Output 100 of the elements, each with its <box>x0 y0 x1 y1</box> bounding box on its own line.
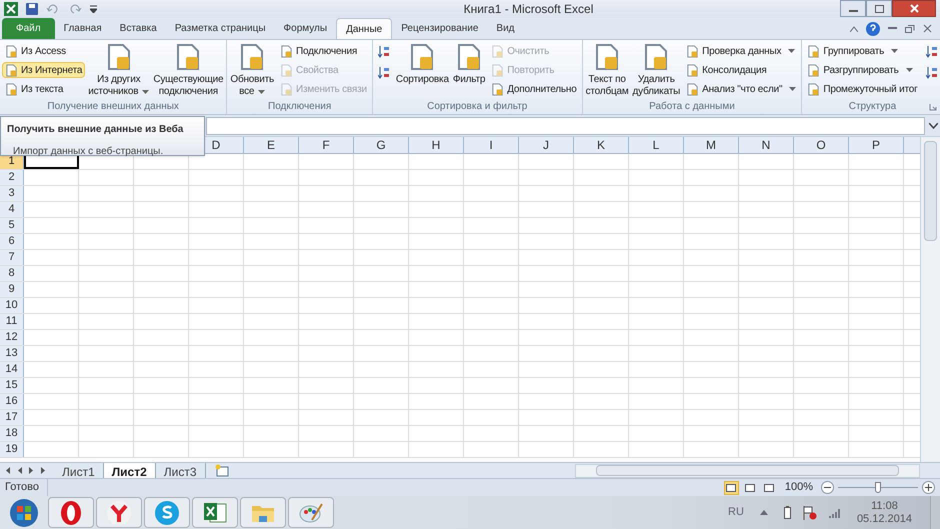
flag-icon[interactable] <box>802 506 817 520</box>
column-header[interactable]: H <box>409 137 464 153</box>
ribbon-button[interactable]: Промежуточный итог <box>804 81 921 97</box>
row-header[interactable]: 8 <box>0 266 24 281</box>
column-header[interactable]: K <box>574 137 629 153</box>
ribbon-button[interactable]: Из текста <box>2 81 86 97</box>
zoom-out-icon[interactable] <box>821 481 834 494</box>
zoom-slider[interactable] <box>838 482 918 494</box>
column-header[interactable]: G <box>354 137 409 153</box>
row-header[interactable]: 16 <box>0 394 24 409</box>
expand-icon[interactable] <box>929 122 938 128</box>
row-header[interactable]: 17 <box>0 410 24 425</box>
ribbon-tab[interactable]: Главная <box>54 18 111 39</box>
row-header[interactable]: 7 <box>0 250 24 265</box>
ribbon-button[interactable]: Дополнительно <box>488 81 580 97</box>
ribbon-button[interactable]: Разгруппировать <box>804 62 921 78</box>
taskbar-button[interactable] <box>240 497 286 528</box>
ribbon-tab[interactable]: Формулы <box>274 18 336 39</box>
ribbon-large-button[interactable]: Из других источников <box>87 40 150 99</box>
row-header[interactable]: 6 <box>0 234 24 249</box>
signal-icon[interactable] <box>828 508 841 518</box>
column-header[interactable]: M <box>684 137 739 153</box>
row-header[interactable]: 9 <box>0 282 24 297</box>
launcher-icon[interactable] <box>928 102 937 110</box>
ribbon-large-button[interactable]: Фильтр <box>452 40 486 99</box>
slider-thumb[interactable] <box>875 482 881 493</box>
sheet-tab[interactable]: Лист2 <box>104 462 156 478</box>
close-button[interactable] <box>892 0 936 17</box>
up-arrow-icon[interactable] <box>760 510 768 515</box>
collapse-icon[interactable] <box>850 26 858 32</box>
document-icon <box>807 44 820 58</box>
column-header[interactable]: J <box>519 137 574 153</box>
document-icon <box>686 82 700 96</box>
ribbon-tab[interactable]: Разметка страницы <box>166 18 275 39</box>
close-icon[interactable] <box>923 24 932 33</box>
document-icon <box>491 44 504 58</box>
taskbar-button[interactable] <box>288 497 334 528</box>
clock-time[interactable]: 11:08 <box>871 500 898 512</box>
row-header[interactable]: 12 <box>0 330 24 345</box>
document-icon <box>686 44 700 58</box>
language-indicator[interactable]: RU <box>728 504 744 521</box>
row-header[interactable]: 18 <box>0 426 24 441</box>
ribbon-button[interactable]: Подключения <box>277 43 370 59</box>
clock-date[interactable]: 05.12.2014 <box>856 512 912 526</box>
minimize-button[interactable] <box>840 0 866 17</box>
column-header[interactable]: O <box>794 137 849 153</box>
tooltip-text: Импорт данных с веб-страницы. <box>13 145 164 157</box>
restore-icon[interactable] <box>905 24 915 33</box>
zoom-level[interactable]: 100% <box>784 479 813 496</box>
help-icon[interactable] <box>866 22 880 36</box>
column-header[interactable]: P <box>849 137 904 153</box>
ribbon-button[interactable]: Анализ "что если" <box>683 81 800 97</box>
taskbar-button[interactable] <box>96 497 142 528</box>
row-header[interactable]: 4 <box>0 202 24 217</box>
ribbon-tab[interactable]: Вид <box>487 18 524 39</box>
ribbon-tab[interactable]: Данные <box>336 18 392 39</box>
row-header[interactable]: 19 <box>0 442 24 457</box>
taskbar-button[interactable] <box>192 497 238 528</box>
minimize-icon[interactable] <box>888 27 897 30</box>
formula-field[interactable] <box>206 116 925 134</box>
ribbon-button[interactable]: Группировать <box>804 43 921 59</box>
row-header[interactable]: 11 <box>0 314 24 329</box>
row-header[interactable]: 3 <box>0 186 24 201</box>
zoom-in-icon[interactable] <box>922 481 935 494</box>
column-header[interactable]: L <box>629 137 684 153</box>
ribbon-button[interactable]: Из Интернета <box>2 62 86 78</box>
view-button[interactable] <box>724 480 739 494</box>
maximize-button[interactable] <box>866 0 892 17</box>
ribbon-large-button[interactable]: Обновить все <box>229 40 276 99</box>
row-header[interactable]: 15 <box>0 378 24 393</box>
column-header[interactable]: N <box>739 137 794 153</box>
arrows-icon <box>926 66 938 80</box>
ribbon-large-button[interactable]: Сортировка <box>394 40 450 99</box>
customize-icon[interactable] <box>90 5 97 13</box>
row-header[interactable]: 10 <box>0 298 24 313</box>
ribbon-tab[interactable]: Вставка <box>110 18 166 39</box>
ribbon-button[interactable]: Из Access <box>2 43 86 59</box>
row-header[interactable]: 14 <box>0 362 24 377</box>
horizontal-scrollbar[interactable] <box>575 464 920 478</box>
insert-sheet-icon[interactable] <box>214 464 230 477</box>
column-header[interactable]: I <box>464 137 519 153</box>
ribbon-tab[interactable]: Рецензирование <box>392 18 488 39</box>
taskbar-button[interactable] <box>48 497 94 528</box>
column-header[interactable]: F <box>299 137 354 153</box>
ribbon-large-button[interactable]: Удалить дубликаты <box>632 40 682 99</box>
taskbar-button[interactable] <box>144 497 190 528</box>
ribbon-large-button[interactable]: Текст по столбцам <box>584 40 630 99</box>
row-header[interactable]: 2 <box>0 170 24 185</box>
vertical-scrollbar[interactable] <box>920 137 940 462</box>
ribbon-large-button[interactable]: Существующие подключения <box>152 40 224 99</box>
column-header[interactable]: E <box>244 137 299 153</box>
ribbon-button[interactable]: Проверка данных <box>683 43 800 59</box>
caret-icon <box>142 90 150 94</box>
save-icon[interactable] <box>26 3 38 15</box>
battery-icon[interactable] <box>784 506 791 519</box>
ribbon-button[interactable]: Консолидация <box>683 62 800 78</box>
row-header[interactable]: 13 <box>0 346 24 361</box>
row-header[interactable]: 5 <box>0 218 24 233</box>
group-label: Сортировка и фильтр <box>426 100 528 114</box>
file-tab[interactable]: Файл <box>2 18 55 39</box>
